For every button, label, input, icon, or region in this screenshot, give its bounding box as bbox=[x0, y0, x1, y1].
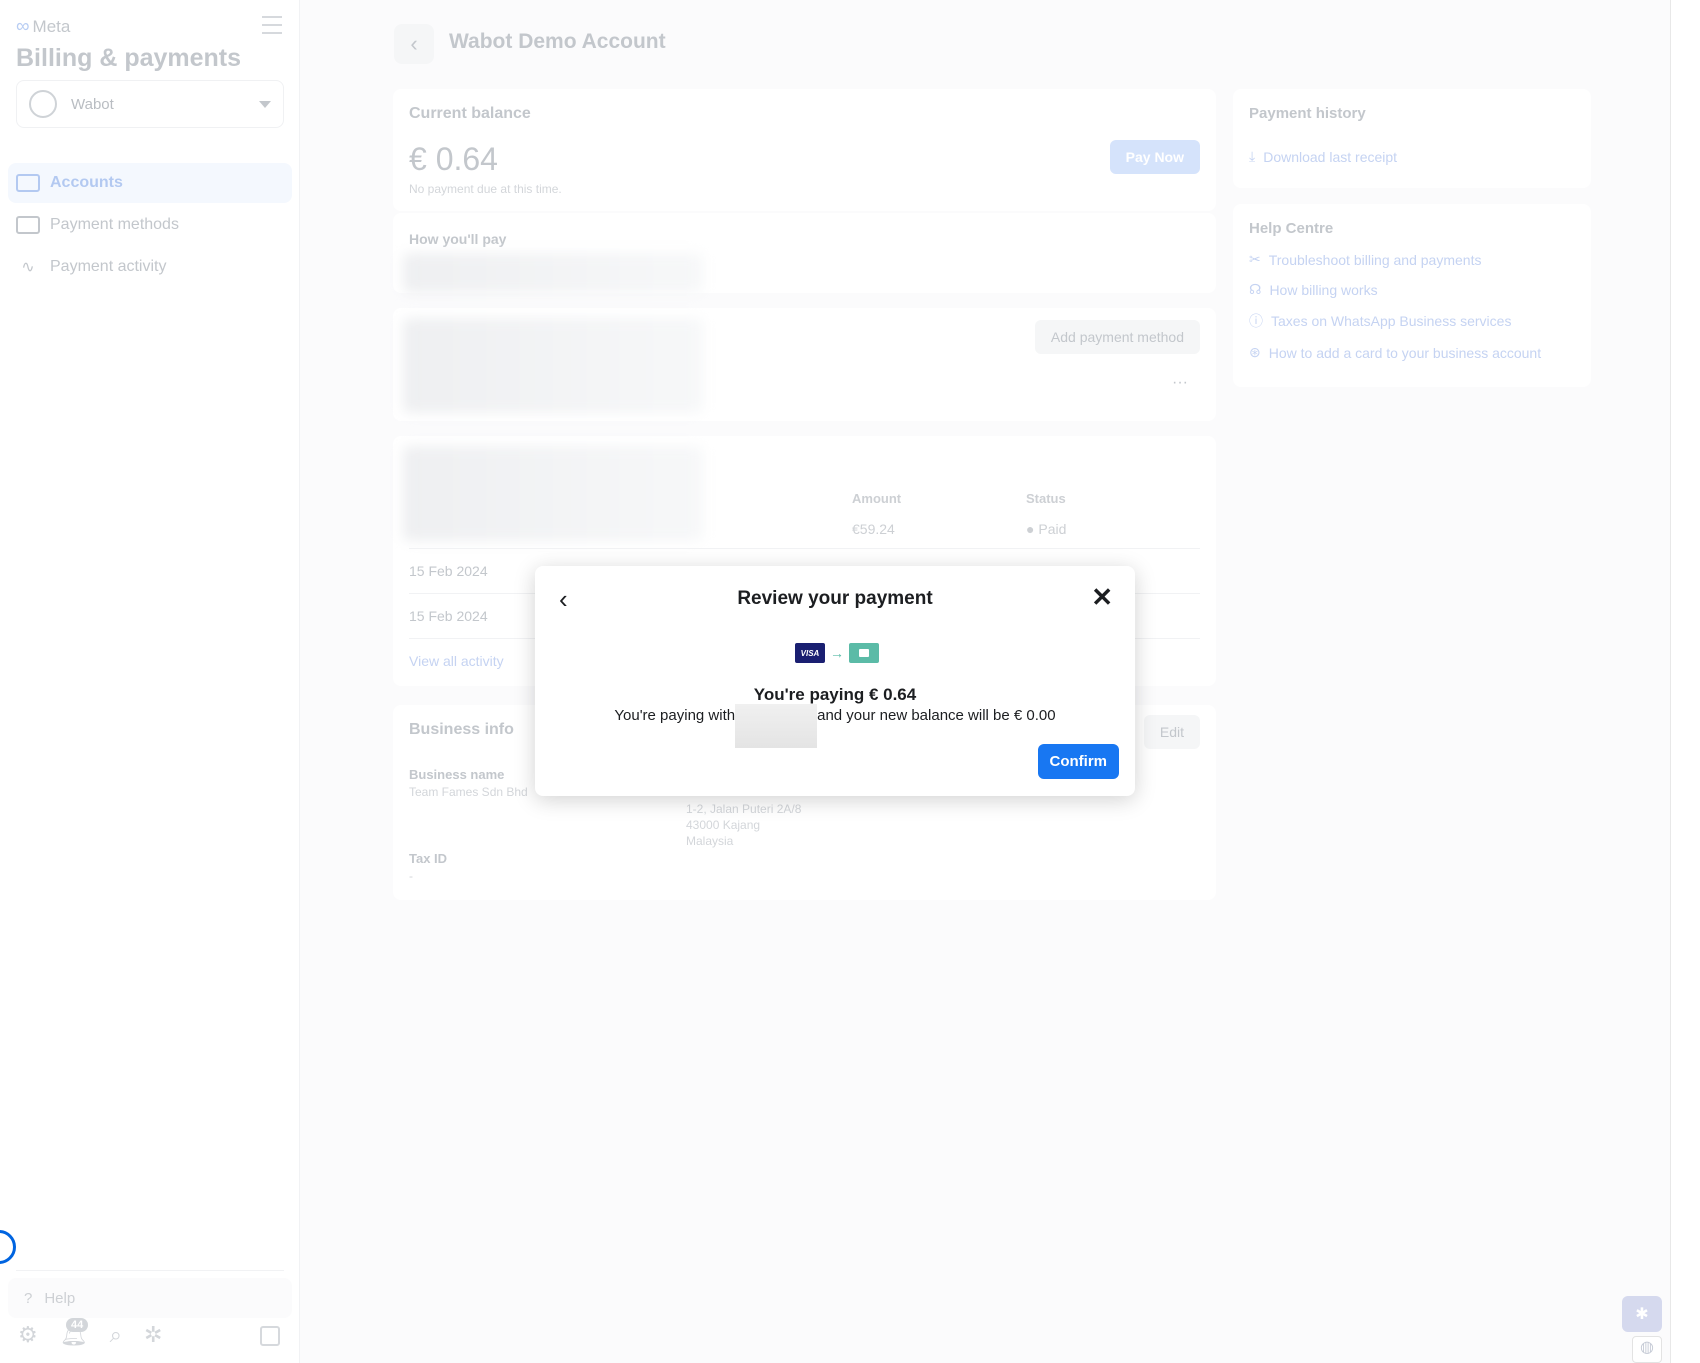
wabot-avatar bbox=[29, 90, 57, 118]
status-label: Paid bbox=[1038, 521, 1067, 537]
current-balance-card: Current balance € 0.64 No payment due at… bbox=[393, 89, 1216, 211]
link-label: How billing works bbox=[1269, 281, 1378, 298]
link-label: Taxes on WhatsApp Business services bbox=[1271, 313, 1512, 329]
how-youll-pay-card: How you'll pay bbox=[393, 213, 1216, 293]
business-name-value: Team Fames Sdn Bhd bbox=[409, 785, 528, 799]
payment-method-card: Add payment method ··· bbox=[393, 308, 1216, 421]
amount-value: €59.24 bbox=[852, 521, 895, 537]
view-all-label: View all activity bbox=[409, 653, 504, 669]
visa-card-icon: VISA bbox=[795, 643, 825, 663]
meta-infinity-icon: ∞ bbox=[16, 16, 30, 37]
payment-history-card: Payment history ⤓ Download last receipt bbox=[1233, 89, 1591, 188]
sidebar-item-payment-activity[interactable]: ∿ Payment activity bbox=[8, 247, 292, 287]
pay-now-button[interactable]: Pay Now bbox=[1109, 140, 1200, 174]
payment-history-heading: Payment history bbox=[1249, 105, 1366, 122]
amount-column-header: Amount bbox=[852, 491, 902, 506]
gear-icon[interactable]: ⚙ bbox=[18, 1322, 38, 1348]
accounts-icon bbox=[16, 174, 40, 192]
download-icon: ⤓ bbox=[1249, 148, 1256, 164]
payment-summary: You're paying with and your new balance w… bbox=[535, 704, 1135, 748]
payment-flow-icons: VISA → bbox=[795, 643, 879, 663]
balance-note: No payment due at this time. bbox=[409, 182, 562, 196]
toggle-panel-icon[interactable] bbox=[260, 1326, 280, 1346]
dialog-title: Review your payment bbox=[737, 588, 933, 609]
add-payment-method-button[interactable]: Add payment method bbox=[1034, 320, 1200, 354]
notification-badge: 44 bbox=[66, 1318, 89, 1332]
tax-id-value: - bbox=[409, 869, 413, 883]
balance-heading: Current balance bbox=[409, 105, 531, 122]
scrollbar[interactable] bbox=[1670, 0, 1700, 1363]
sidebar-item-accounts[interactable]: Accounts bbox=[8, 163, 292, 203]
sidebar-item-label: Payment activity bbox=[50, 258, 167, 275]
chat-star-icon: ✱ bbox=[1635, 1306, 1649, 1323]
sidebar-title: Billing & payments bbox=[16, 44, 242, 72]
wallet-icon bbox=[849, 643, 879, 663]
chevron-down-icon bbox=[259, 100, 271, 108]
help-centre-heading: Help Centre bbox=[1249, 220, 1334, 237]
help-label: Help bbox=[44, 1289, 76, 1307]
info-icon: ⓘ bbox=[1249, 313, 1263, 329]
redacted-area bbox=[403, 253, 703, 293]
feedback-button[interactable]: ✱ bbox=[1622, 1296, 1662, 1332]
link-label: Troubleshoot billing and payments bbox=[1268, 251, 1482, 268]
help-button[interactable]: ? Help bbox=[8, 1278, 292, 1318]
hamburger-menu-icon[interactable] bbox=[262, 16, 282, 34]
close-icon[interactable]: ✕ bbox=[1091, 582, 1113, 613]
more-options-icon[interactable]: ··· bbox=[1172, 374, 1188, 392]
help-link-add-card[interactable]: ⊛ How to add a card to your business acco… bbox=[1249, 344, 1575, 361]
status-column-header: Status bbox=[1026, 491, 1066, 506]
credit-card-icon bbox=[16, 216, 40, 234]
summary-after: and your new balance will be € 0.00 bbox=[817, 707, 1056, 724]
balance-amount: € 0.64 bbox=[409, 141, 498, 177]
search-icon[interactable]: ⌕ bbox=[110, 1322, 122, 1348]
business-address: 1-2, Jalan Puteri 2A/8 43000 Kajang Malays… bbox=[686, 801, 801, 849]
globe-icon[interactable]: ◍ bbox=[1632, 1336, 1662, 1363]
help-link-troubleshoot[interactable]: ✂ Troubleshoot billing and payments bbox=[1249, 251, 1575, 268]
status-value: ● Paid bbox=[1026, 521, 1067, 537]
divider bbox=[16, 1270, 284, 1271]
sidebar: ∞ Meta Billing & payments Wabot Accounts … bbox=[0, 0, 300, 1363]
account-selector[interactable]: Wabot bbox=[16, 80, 284, 128]
tax-id-label: Tax ID bbox=[409, 851, 448, 866]
activity-icon: ∿ bbox=[21, 259, 35, 276]
address-line: 1-2, Jalan Puteri 2A/8 bbox=[686, 802, 802, 816]
circles-icon: ⊛ bbox=[1249, 344, 1261, 360]
link-label: Download last receipt bbox=[1263, 148, 1398, 165]
back-button[interactable]: ‹ bbox=[394, 24, 434, 64]
download-receipt-link[interactable]: ⤓ Download last receipt bbox=[1249, 148, 1575, 165]
redacted-payment-method bbox=[735, 704, 818, 748]
sidebar-item-label: Accounts bbox=[50, 174, 123, 191]
tools-icon: ✂ bbox=[1249, 251, 1261, 267]
brand-label: Meta bbox=[32, 17, 71, 36]
account-name: Wabot bbox=[71, 95, 114, 113]
arrow-right-icon: → bbox=[830, 645, 844, 661]
row-date: 15 Feb 2024 bbox=[409, 608, 488, 624]
sidebar-item-label: Payment methods bbox=[50, 216, 179, 233]
sidebar-nav: Accounts Payment methods ∿ Payment activi… bbox=[8, 163, 292, 289]
address-line: 43000 Kajang bbox=[686, 818, 761, 832]
paying-amount: You're paying € 0.64 bbox=[753, 685, 917, 704]
redacted-area bbox=[403, 446, 703, 541]
page-title: Wabot Demo Account bbox=[449, 30, 666, 53]
confirm-button[interactable]: Confirm bbox=[1037, 744, 1119, 779]
question-icon: ? bbox=[24, 1289, 33, 1307]
bottom-toolbar: ⚙ 🔔︎ ⌕ ✲ 44 bbox=[18, 1318, 162, 1348]
address-line: Malaysia bbox=[686, 834, 734, 848]
redacted-area bbox=[403, 318, 703, 413]
review-payment-dialog: ‹ Review your payment ✕ VISA → You're pa… bbox=[535, 566, 1135, 796]
help-centre-card: Help Centre ✂ Troubleshoot billing and pa… bbox=[1233, 204, 1591, 387]
sidebar-item-payment-methods[interactable]: Payment methods bbox=[8, 205, 292, 245]
help-link-taxes[interactable]: ⓘ Taxes on WhatsApp Business services bbox=[1249, 311, 1575, 331]
business-heading: Business info bbox=[409, 721, 514, 738]
meta-logo: ∞ Meta bbox=[16, 16, 70, 38]
how-pay-heading: How you'll pay bbox=[409, 231, 507, 247]
bug-icon[interactable]: ✲ bbox=[144, 1322, 162, 1348]
summary-before: You're paying with bbox=[614, 707, 736, 724]
edit-button[interactable]: Edit bbox=[1143, 715, 1200, 749]
help-link-billing[interactable]: ☊ How billing works bbox=[1249, 281, 1575, 298]
hand-coin-icon: ☊ bbox=[1249, 281, 1262, 297]
link-label: How to add a card to your business accou… bbox=[1268, 344, 1542, 361]
row-date: 15 Feb 2024 bbox=[409, 563, 488, 579]
business-name-label: Business name bbox=[409, 767, 505, 782]
